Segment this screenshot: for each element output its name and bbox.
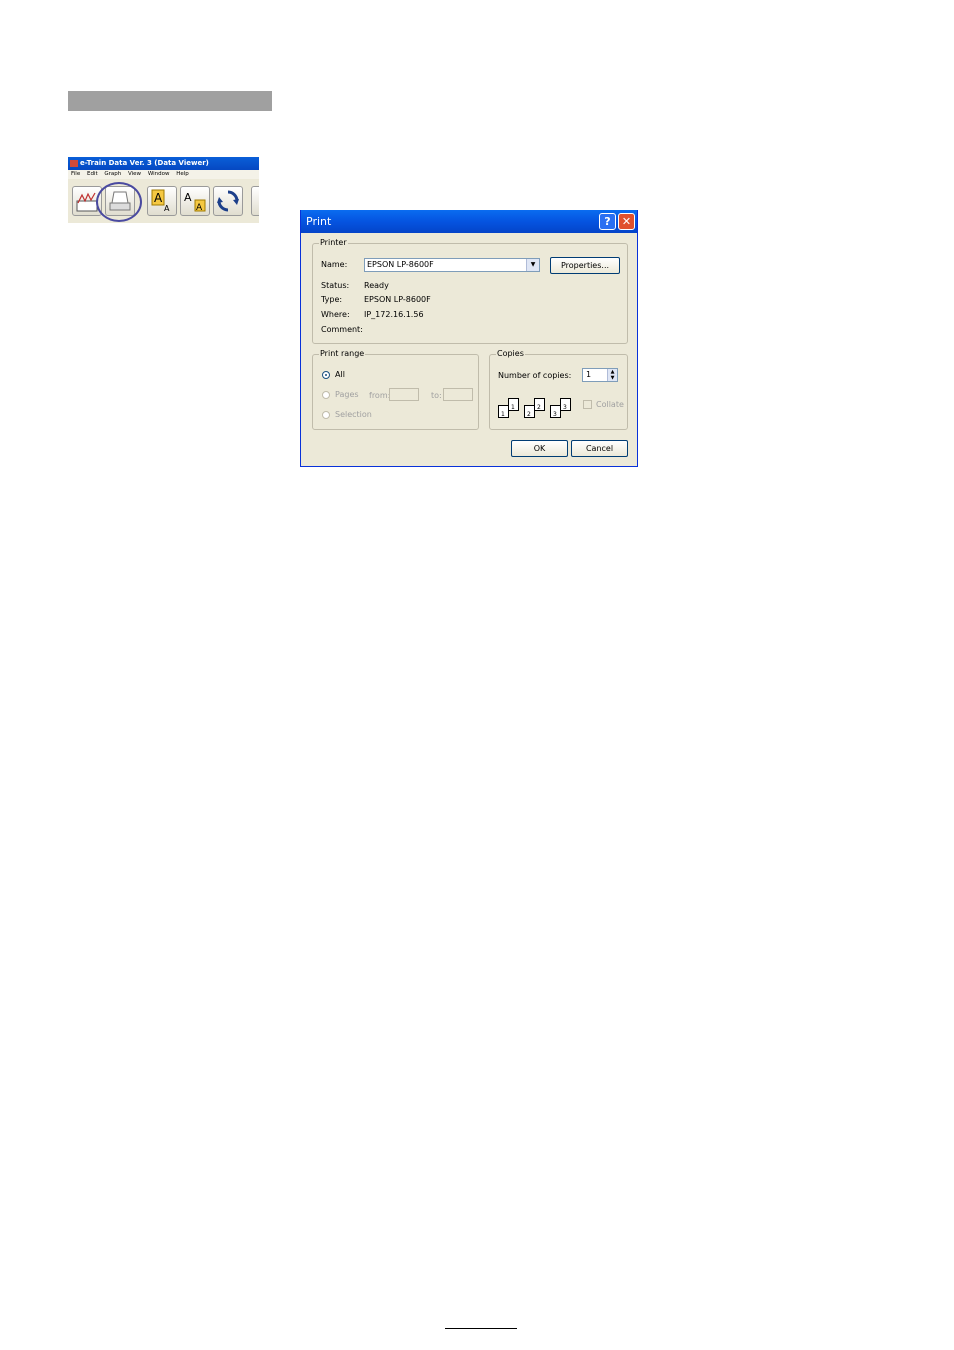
- collate-label: Collate: [596, 400, 624, 409]
- app-title-bar: e-Train Data Ver. 3 (Data Viewer): [68, 157, 259, 170]
- printer-legend: Printer: [319, 238, 348, 247]
- number-of-copies-label: Number of copies:: [498, 371, 572, 380]
- app-menu-bar: File Edit Graph View Window Help: [68, 170, 259, 179]
- section-header-bar: [68, 91, 272, 111]
- menu-graph[interactable]: Graph: [104, 171, 121, 177]
- pages-radio[interactable]: [322, 391, 330, 399]
- ok-button[interactable]: OK: [511, 440, 568, 457]
- print-button-highlight: [96, 182, 142, 222]
- menu-window[interactable]: Window: [148, 171, 170, 177]
- app-toolbar: A A A A: [68, 181, 259, 223]
- all-label: All: [335, 370, 345, 379]
- font-size-icon: A A: [151, 189, 170, 213]
- svg-text:A: A: [164, 204, 170, 213]
- status-label: Status:: [321, 281, 350, 290]
- next-toolbar-button[interactable]: [251, 186, 259, 216]
- print-range-group: Print range All Pages from: to: Selectio…: [312, 349, 479, 430]
- printer-group: Printer Name: EPSON LP-8600F ▼ Propertie…: [312, 238, 628, 344]
- spin-arrows-icon[interactable]: ▲ ▼: [607, 369, 617, 381]
- menu-edit[interactable]: Edit: [87, 171, 98, 177]
- font-color-button[interactable]: A A: [180, 186, 210, 216]
- number-of-copies-input[interactable]: 1 ▲ ▼: [582, 368, 618, 382]
- all-radio[interactable]: [322, 371, 330, 379]
- app-logo-icon: [70, 160, 78, 167]
- svg-text:A: A: [154, 191, 163, 205]
- where-label: Where:: [321, 310, 350, 319]
- selection-label: Selection: [335, 410, 372, 419]
- number-of-copies-value: 1: [586, 370, 592, 379]
- to-label: to:: [431, 391, 442, 400]
- collate-page-icon: 3: [560, 398, 571, 411]
- refresh-button[interactable]: [213, 186, 243, 216]
- type-label: Type:: [321, 295, 343, 304]
- app-window: e-Train Data Ver. 3 (Data Viewer) File E…: [68, 157, 259, 223]
- menu-view[interactable]: View: [128, 171, 141, 177]
- dialog-title-bar: Print ? ✕: [301, 210, 637, 233]
- printer-name-select[interactable]: EPSON LP-8600F ▼: [364, 258, 540, 272]
- to-input[interactable]: [443, 388, 473, 401]
- menu-help[interactable]: Help: [176, 171, 189, 177]
- collate-page-icon: 1: [508, 398, 519, 411]
- help-button[interactable]: ?: [599, 213, 616, 230]
- svg-text:A: A: [196, 203, 203, 213]
- where-value: IP_172.16.1.56: [364, 310, 424, 319]
- copies-group: Copies Number of copies: 1 ▲ ▼ 1 1 2 2 3 …: [489, 349, 628, 430]
- menu-file[interactable]: File: [71, 171, 80, 177]
- properties-button[interactable]: Properties...: [550, 257, 620, 274]
- from-input[interactable]: [389, 388, 419, 401]
- collate-checkbox[interactable]: [583, 400, 592, 409]
- printer-name-value: EPSON LP-8600F: [367, 260, 434, 269]
- font-size-button[interactable]: A A: [147, 186, 177, 216]
- selection-radio[interactable]: [322, 411, 330, 419]
- close-button[interactable]: ✕: [618, 213, 635, 230]
- collate-page-icon: 2: [534, 398, 545, 411]
- cancel-button[interactable]: Cancel: [571, 440, 628, 457]
- footer-rule: [445, 1328, 517, 1329]
- font-color-icon: A A: [184, 191, 206, 213]
- status-value: Ready: [364, 281, 389, 290]
- chevron-down-icon: ▼: [526, 259, 539, 271]
- dialog-title: Print: [306, 215, 332, 228]
- name-label: Name:: [321, 260, 348, 269]
- copies-legend: Copies: [496, 349, 525, 358]
- svg-text:A: A: [184, 191, 192, 204]
- type-value: EPSON LP-8600F: [364, 295, 431, 304]
- pages-label: Pages: [335, 390, 359, 399]
- print-range-legend: Print range: [319, 349, 366, 358]
- refresh-icon: [217, 190, 239, 212]
- app-title: e-Train Data Ver. 3 (Data Viewer): [80, 159, 209, 167]
- print-dialog: Print ? ✕ Printer Name: EPSON LP-8600F ▼…: [300, 210, 638, 467]
- comment-label: Comment:: [321, 325, 363, 334]
- from-label: from:: [369, 391, 391, 400]
